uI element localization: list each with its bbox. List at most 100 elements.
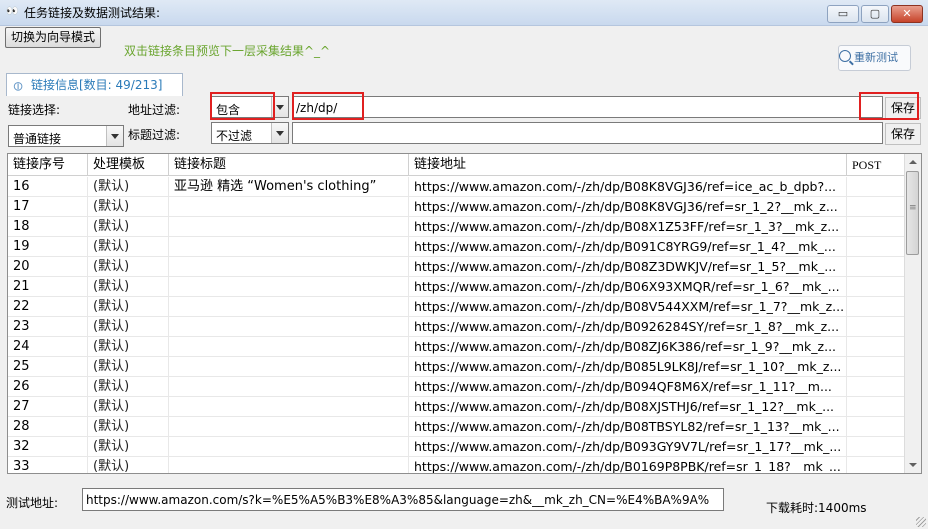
column-header-url[interactable]: 链接地址 bbox=[409, 154, 847, 176]
column-header-template[interactable]: 处理模板 bbox=[88, 154, 169, 176]
tab-label: 链接信息[数目: 49/213] bbox=[31, 78, 163, 92]
scroll-up-icon[interactable] bbox=[905, 154, 921, 170]
table-row[interactable]: 19 (默认) https://www.amazon.com/-/zh/dp/B09… bbox=[8, 237, 906, 257]
table-body: 16 (默认) 亚马逊 精选 “Women's clothing” https://w… bbox=[8, 177, 906, 473]
cell-title bbox=[169, 397, 409, 416]
table-row[interactable]: 25 (默认) https://www.amazon.com/-/zh/dp/B08… bbox=[8, 357, 906, 377]
cell-url: https://www.amazon.com/-/zh/dp/B08X1Z53F… bbox=[409, 217, 847, 236]
cell-post bbox=[847, 337, 906, 356]
double-click-hint: 双击链接条目预览下一层采集结果^_^ bbox=[124, 44, 331, 58]
cell-title bbox=[169, 457, 409, 473]
table-row[interactable]: 26 (默认) https://www.amazon.com/-/zh/dp/B09… bbox=[8, 377, 906, 397]
retest-label: 重新测试 bbox=[854, 51, 898, 64]
table-row[interactable]: 27 (默认) https://www.amazon.com/-/zh/dp/B08… bbox=[8, 397, 906, 417]
table-row[interactable]: 24 (默认) https://www.amazon.com/-/zh/dp/B08… bbox=[8, 337, 906, 357]
cell-template: (默认) bbox=[88, 237, 169, 256]
addr-input-highlight bbox=[292, 92, 364, 120]
cell-index: 32 bbox=[8, 437, 88, 456]
addr-mode-highlight bbox=[210, 92, 275, 120]
cell-post bbox=[847, 317, 906, 336]
table-row[interactable]: 22 (默认) https://www.amazon.com/-/zh/dp/B08… bbox=[8, 297, 906, 317]
cell-title bbox=[169, 417, 409, 436]
column-header-post[interactable]: POST bbox=[847, 154, 906, 176]
minimize-icon: ▭ bbox=[837, 7, 849, 20]
chevron-down-icon[interactable] bbox=[106, 126, 123, 146]
cell-index: 33 bbox=[8, 457, 88, 473]
cell-title bbox=[169, 317, 409, 336]
cell-post bbox=[847, 217, 906, 236]
cell-template: (默认) bbox=[88, 337, 169, 356]
link-type-value: 普通链接 bbox=[13, 132, 62, 146]
table-row[interactable]: 17 (默认) https://www.amazon.com/-/zh/dp/B08… bbox=[8, 197, 906, 217]
cell-title bbox=[169, 197, 409, 216]
table-row[interactable]: 33 (默认) https://www.amazon.com/-/zh/dp/B01… bbox=[8, 457, 906, 473]
cell-title bbox=[169, 377, 409, 396]
cell-url: https://www.amazon.com/-/zh/dp/B0926284S… bbox=[409, 317, 847, 336]
scroll-down-icon[interactable] bbox=[905, 457, 921, 473]
cell-post bbox=[847, 197, 906, 216]
cell-url: https://www.amazon.com/-/zh/dp/B091C8YRG… bbox=[409, 237, 847, 256]
cell-url: https://www.amazon.com/-/zh/dp/B08ZJ6K38… bbox=[409, 337, 847, 356]
minimize-button[interactable]: ▭ bbox=[827, 5, 859, 23]
table-row[interactable]: 28 (默认) https://www.amazon.com/-/zh/dp/B08… bbox=[8, 417, 906, 437]
cell-title bbox=[169, 357, 409, 376]
cell-title bbox=[169, 237, 409, 256]
cell-url: https://www.amazon.com/-/zh/dp/B08Z3DWKJ… bbox=[409, 257, 847, 276]
test-url-input[interactable]: https://www.amazon.com/s?k=%E5%A5%B3%E8%… bbox=[82, 488, 724, 511]
cell-template: (默认) bbox=[88, 277, 169, 296]
scroll-thumb[interactable] bbox=[906, 171, 919, 255]
close-icon: ✕ bbox=[902, 7, 912, 20]
addr-filter-input[interactable]: /zh/dp/ bbox=[292, 96, 883, 118]
close-button[interactable]: ✕ bbox=[891, 5, 923, 23]
cell-index: 19 bbox=[8, 237, 88, 256]
link-table[interactable]: 链接序号 处理模板 链接标题 链接地址 POST 16 (默认) 亚马逊 精选 “W… bbox=[7, 153, 922, 474]
cell-url: https://www.amazon.com/-/zh/dp/B08V544XX… bbox=[409, 297, 847, 316]
cell-index: 17 bbox=[8, 197, 88, 216]
cell-url: https://www.amazon.com/-/zh/dp/B08K8VGJ3… bbox=[409, 177, 847, 196]
cell-post bbox=[847, 437, 906, 456]
column-header-index[interactable]: 链接序号 bbox=[8, 154, 88, 176]
link-type-select[interactable]: 普通链接 bbox=[8, 125, 124, 147]
maximize-icon: ▢ bbox=[869, 7, 881, 20]
table-row[interactable]: 32 (默认) https://www.amazon.com/-/zh/dp/B09… bbox=[8, 437, 906, 457]
title-filter-mode-select[interactable]: 不过滤 bbox=[211, 122, 289, 144]
cell-index: 22 bbox=[8, 297, 88, 316]
cell-post bbox=[847, 457, 906, 473]
table-row[interactable]: 21 (默认) https://www.amazon.com/-/zh/dp/B06… bbox=[8, 277, 906, 297]
column-header-title[interactable]: 链接标题 bbox=[169, 154, 409, 176]
cell-template: (默认) bbox=[88, 397, 169, 416]
cell-template: (默认) bbox=[88, 417, 169, 436]
cell-index: 27 bbox=[8, 397, 88, 416]
table-row[interactable]: 23 (默认) https://www.amazon.com/-/zh/dp/B09… bbox=[8, 317, 906, 337]
link-select-label: 链接选择: bbox=[8, 103, 61, 117]
cell-title bbox=[169, 257, 409, 276]
cell-index: 26 bbox=[8, 377, 88, 396]
table-row[interactable]: 20 (默认) https://www.amazon.com/-/zh/dp/B08… bbox=[8, 257, 906, 277]
test-url-label: 测试地址: bbox=[6, 496, 59, 510]
cell-url: https://www.amazon.com/-/zh/dp/B0169P8PB… bbox=[409, 457, 847, 473]
cell-title bbox=[169, 277, 409, 296]
resize-grip-icon[interactable] bbox=[916, 517, 926, 527]
link-icon: ⊘ bbox=[9, 77, 28, 96]
save-title-filter-button[interactable]: 保存 bbox=[885, 123, 921, 145]
table-row[interactable]: 16 (默认) 亚马逊 精选 “Women's clothing” https://w… bbox=[8, 177, 906, 197]
cell-post bbox=[847, 297, 906, 316]
cell-url: https://www.amazon.com/-/zh/dp/B08K8VGJ3… bbox=[409, 197, 847, 216]
cell-template: (默认) bbox=[88, 177, 169, 196]
cell-template: (默认) bbox=[88, 437, 169, 456]
retest-button[interactable]: 重新测试 bbox=[838, 45, 911, 71]
title-filter-input[interactable] bbox=[292, 122, 883, 144]
cell-title bbox=[169, 297, 409, 316]
switch-to-wizard-button[interactable]: 切换为向导模式 bbox=[5, 27, 101, 48]
cell-index: 25 bbox=[8, 357, 88, 376]
table-row[interactable]: 18 (默认) https://www.amazon.com/-/zh/dp/B08… bbox=[8, 217, 906, 237]
vertical-scrollbar[interactable] bbox=[904, 154, 921, 473]
tab-link-info[interactable]: ⊘ 链接信息[数目: 49/213] bbox=[6, 73, 183, 96]
cell-title bbox=[169, 437, 409, 456]
chevron-down-icon[interactable] bbox=[271, 123, 288, 143]
cell-post bbox=[847, 177, 906, 196]
maximize-button[interactable]: ▢ bbox=[861, 5, 889, 23]
cell-url: https://www.amazon.com/-/zh/dp/B06X93XMQ… bbox=[409, 277, 847, 296]
title-bar: 👀 任务链接及数据测试结果: ▭ ▢ ✕ bbox=[0, 0, 928, 26]
cell-template: (默认) bbox=[88, 197, 169, 216]
